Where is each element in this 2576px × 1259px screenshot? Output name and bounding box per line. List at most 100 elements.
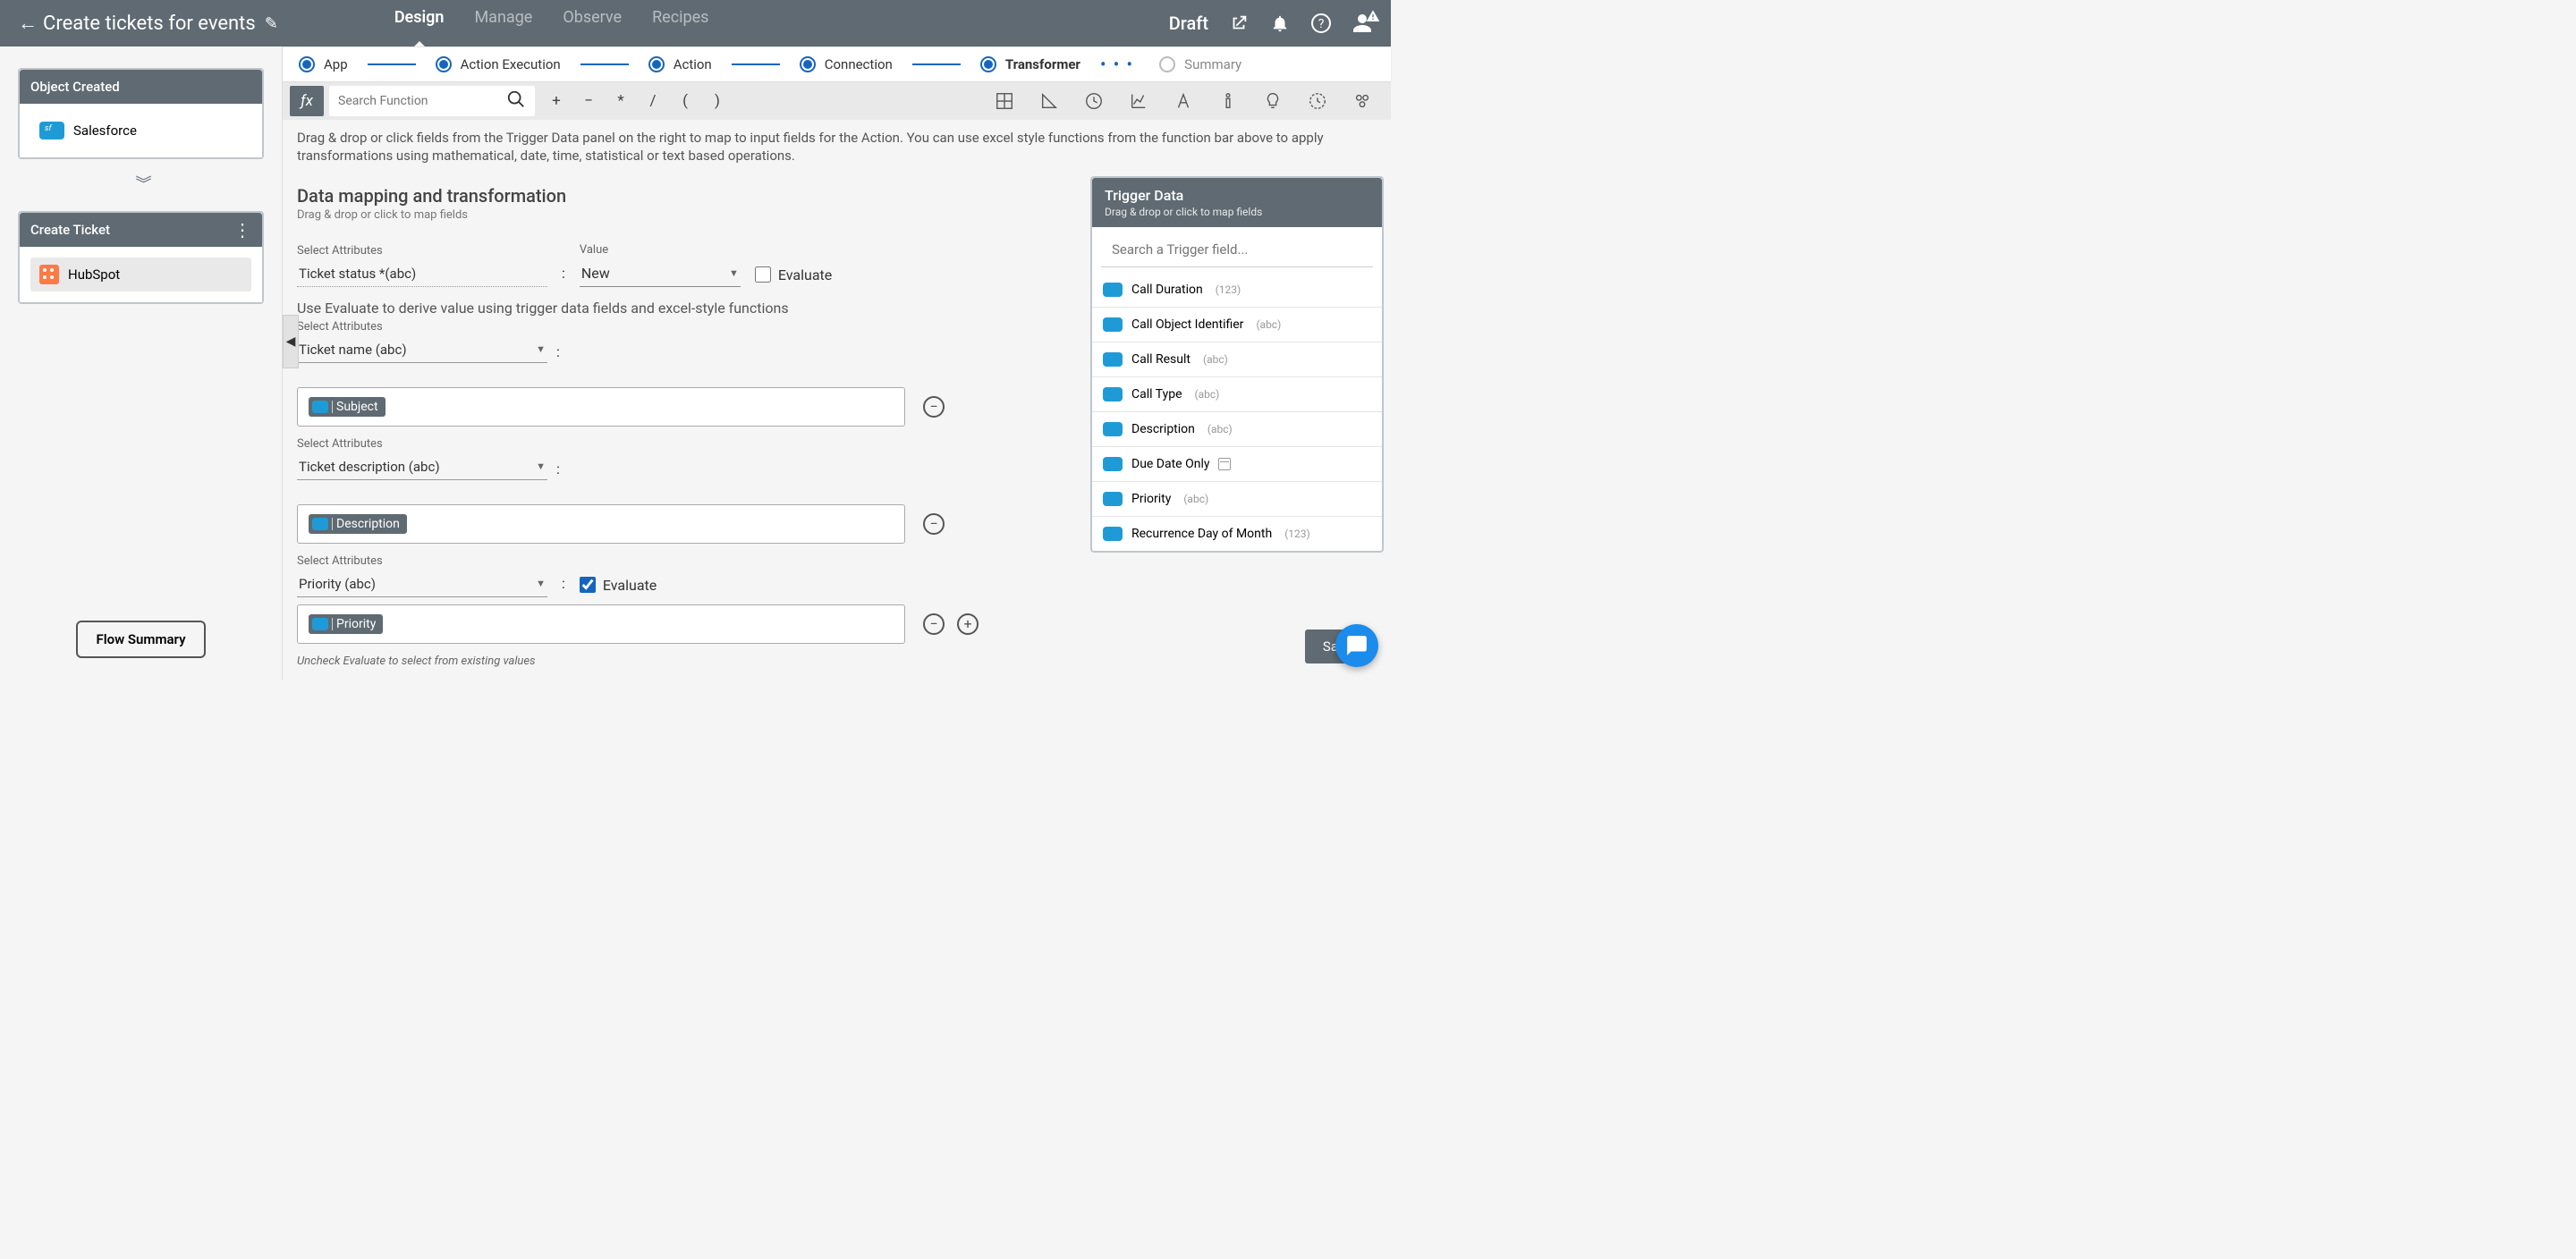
back-arrow-icon[interactable]: ←: [18, 12, 43, 35]
step-connection[interactable]: Connection: [800, 56, 893, 72]
evaluate-input[interactable]: [755, 266, 771, 283]
op-divide[interactable]: /: [637, 92, 669, 110]
settings-icon[interactable]: [1352, 90, 1373, 112]
step-action-execution[interactable]: Action Execution: [436, 56, 561, 72]
trigger-field-type: (abc): [1183, 493, 1208, 505]
remove-row-button[interactable]: −: [923, 613, 945, 635]
trigger-field-item[interactable]: Call Result(abc): [1092, 342, 1382, 376]
trigger-field-name: Description: [1131, 422, 1195, 436]
step-app[interactable]: App: [299, 56, 348, 72]
attr-select-ticket-name[interactable]: Ticket name (abc) ▼: [297, 337, 547, 363]
salesforce-logo-icon: [1103, 422, 1123, 436]
edit-icon[interactable]: ✎: [265, 14, 278, 33]
stepper: App Action Execution Action Connection T…: [283, 46, 1391, 82]
trigger-field-item[interactable]: Due Date Only: [1092, 446, 1382, 481]
op-plus[interactable]: +: [540, 92, 572, 110]
mapping-input-priority[interactable]: Priority: [297, 604, 905, 644]
op-rparen[interactable]: ): [701, 92, 733, 110]
math-icon[interactable]: [994, 90, 1015, 112]
tab-observe[interactable]: Observe: [563, 8, 622, 39]
function-search-input[interactable]: [338, 94, 506, 108]
trigger-field-item[interactable]: Recurrence Day of Month(123): [1092, 516, 1382, 551]
chart-icon[interactable]: [1128, 90, 1149, 112]
attr-label: Select Attributes: [297, 244, 547, 258]
fx-icon[interactable]: ƒx: [290, 86, 324, 116]
help-icon[interactable]: ?: [1310, 13, 1332, 34]
add-row-button[interactable]: +: [957, 613, 979, 635]
app-label: Salesforce: [73, 123, 137, 139]
step-summary[interactable]: Summary: [1159, 56, 1241, 72]
trigger-field-list[interactable]: Call Duration(123)Call Object Identifier…: [1092, 273, 1382, 551]
mapping-title: Data mapping and transformation: [297, 185, 1076, 207]
calendar-icon: [1218, 458, 1231, 470]
value-select-status[interactable]: New ▼: [580, 260, 741, 287]
trigger-field-type: (abc): [1203, 353, 1228, 366]
chat-bubble-button[interactable]: [1335, 624, 1378, 667]
hint-text: Drag & drop or click fields from the Tri…: [283, 120, 1391, 169]
tab-design[interactable]: Design: [394, 8, 445, 39]
trigger-subtitle: Drag & drop or click to map fields: [1105, 206, 1369, 218]
attr-select-status[interactable]: Ticket status *(abc): [297, 261, 547, 287]
search-icon[interactable]: [506, 89, 526, 114]
colon: :: [562, 265, 565, 287]
mapping-input-ticket-name[interactable]: Subject: [297, 387, 905, 427]
angle-icon[interactable]: [1038, 90, 1060, 112]
collapse-sidebar-handle[interactable]: ◀: [283, 315, 299, 368]
remove-row-button[interactable]: −: [923, 396, 945, 418]
attr-label: Select Attributes: [297, 320, 547, 334]
left-sidebar: Object Created Salesforce ︾ Create Ticke…: [0, 46, 283, 680]
evaluate-checkbox-priority[interactable]: Evaluate: [580, 577, 657, 597]
tab-manage[interactable]: Manage: [474, 8, 532, 39]
kebab-menu-icon[interactable]: ⋮: [233, 223, 251, 237]
function-search[interactable]: [329, 86, 535, 116]
clock-icon[interactable]: [1083, 90, 1105, 112]
trigger-card-header: Object Created: [20, 70, 262, 104]
info-icon[interactable]: [1217, 90, 1239, 112]
op-lparen[interactable]: (: [669, 92, 701, 110]
app-row-salesforce[interactable]: Salesforce: [30, 114, 251, 147]
field-chip-priority[interactable]: Priority: [309, 614, 383, 634]
action-card[interactable]: Create Ticket ⋮ HubSpot: [18, 211, 264, 304]
open-external-icon[interactable]: [1228, 13, 1250, 34]
evaluate-input[interactable]: [580, 577, 596, 593]
bell-icon[interactable]: [1269, 13, 1291, 34]
mapping-subtitle: Drag & drop or click to map fields: [297, 208, 1076, 222]
trigger-field-name: Call Object Identifier: [1131, 317, 1243, 332]
field-chip-subject[interactable]: Subject: [309, 397, 386, 417]
step-action[interactable]: Action: [648, 56, 712, 72]
trigger-field-type: (abc): [1208, 423, 1233, 435]
category-icons: [994, 90, 1384, 112]
hubspot-logo-icon: [39, 265, 59, 284]
trigger-field-item[interactable]: Call Object Identifier(abc): [1092, 307, 1382, 342]
flow-connector-icon: ︾: [18, 163, 264, 211]
trigger-field-item[interactable]: Call Duration(123): [1092, 273, 1382, 307]
salesforce-logo-icon: [1103, 387, 1123, 401]
trigger-card[interactable]: Object Created Salesforce: [18, 68, 264, 159]
attr-select-priority[interactable]: Priority (abc) ▼: [297, 571, 547, 597]
step-transformer[interactable]: Transformer: [980, 56, 1080, 72]
chevron-down-icon: ▼: [536, 578, 546, 589]
tab-recipes[interactable]: Recipes: [652, 8, 708, 39]
mapping-input-ticket-description[interactable]: Description: [297, 504, 905, 544]
attr-select-ticket-description[interactable]: Ticket description (abc) ▼: [297, 454, 547, 480]
field-chip-description[interactable]: Description: [309, 514, 407, 534]
evaluate-checkbox-1[interactable]: Evaluate: [755, 266, 832, 287]
op-multiply[interactable]: *: [605, 92, 637, 110]
salesforce-logo-icon: [1103, 317, 1123, 332]
lightbulb-icon[interactable]: [1262, 90, 1284, 112]
trigger-search-input[interactable]: [1101, 232, 1373, 267]
trigger-field-item[interactable]: Call Type(abc): [1092, 376, 1382, 411]
user-icon[interactable]: [1352, 13, 1373, 34]
app-row-hubspot[interactable]: HubSpot: [30, 258, 251, 292]
remove-row-button[interactable]: −: [923, 513, 945, 535]
time-zone-icon[interactable]: [1307, 90, 1328, 112]
trigger-field-type: (abc): [1195, 388, 1220, 401]
trigger-field-item[interactable]: Description (abc): [1092, 411, 1382, 446]
op-minus[interactable]: −: [572, 92, 605, 110]
flow-summary-button[interactable]: Flow Summary: [76, 621, 205, 658]
top-bar: ← Create tickets for events ✎ Design Man…: [0, 0, 1391, 46]
mapping-area: Data mapping and transformation Drag & d…: [283, 169, 1090, 680]
trigger-field-item[interactable]: Priority(abc): [1092, 481, 1382, 516]
trigger-data-panel: Trigger Data Drag & drop or click to map…: [1090, 176, 1384, 553]
text-icon[interactable]: [1173, 90, 1194, 112]
